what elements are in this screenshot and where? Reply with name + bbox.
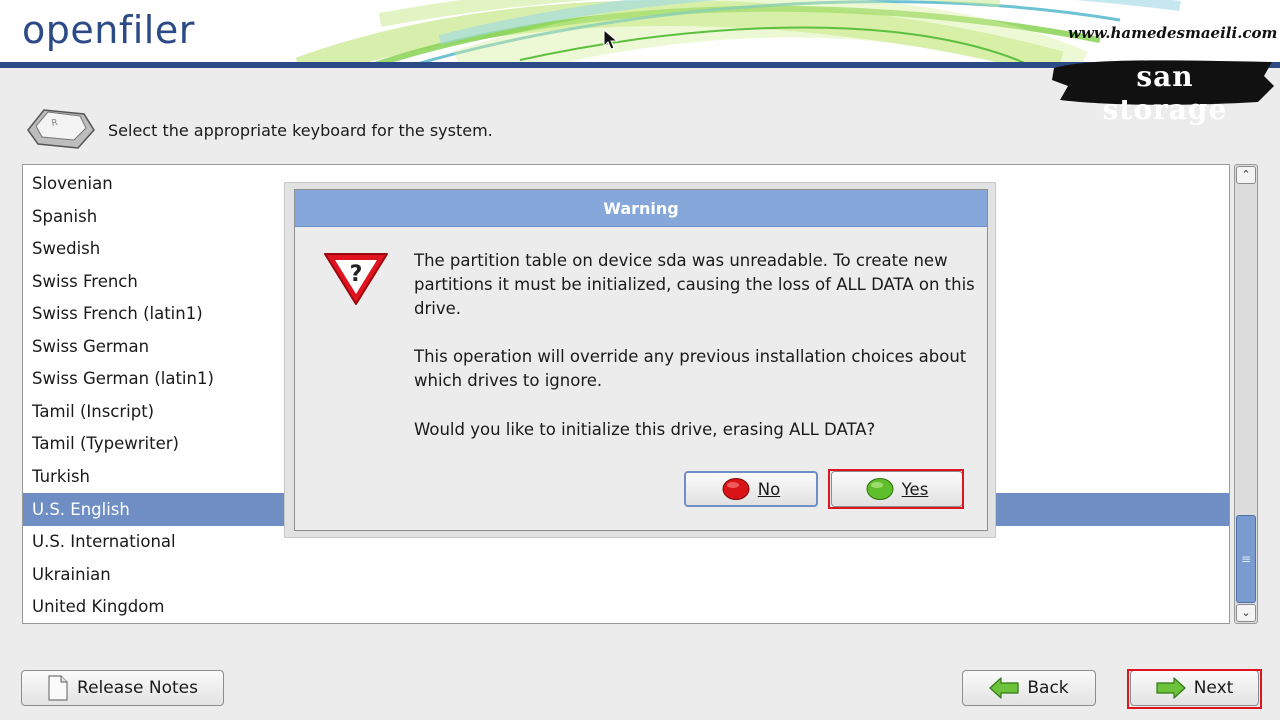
green-circle-icon [866,478,894,500]
release-notes-label: Release Notes [77,678,198,698]
chevron-up-icon: ⌃ [1241,168,1251,181]
list-item[interactable]: Ukrainian [23,558,1229,591]
dialog-title: Warning [295,190,987,227]
arrow-left-icon [989,677,1019,699]
chevron-down-icon: ⌄ [1241,606,1251,619]
yes-button[interactable]: Yes [831,471,963,507]
dialog-message-3: Would you like to initialize this drive,… [414,420,876,439]
grip-icon: ≡ [1240,552,1252,566]
scroll-up-button[interactable]: ⌃ [1236,166,1256,184]
question-warning-icon: ? [324,253,388,305]
openfiler-logo: openfiler [22,8,195,52]
yes-button-label: Yes [901,479,929,499]
list-item[interactable]: United Kingdom [23,590,1229,623]
document-icon [48,675,68,701]
watermark-url: www.hamedesmaeili.com [1068,24,1278,42]
dialog-message-1: The partition table on device sda was un… [414,251,975,318]
back-button[interactable]: Back [962,670,1096,706]
arrow-right-icon [1156,677,1186,699]
dialog-message-2: This operation will override any previou… [414,347,967,390]
keyboard-key-icon: R [27,109,95,149]
release-notes-button[interactable]: Release Notes [21,670,224,706]
next-button[interactable]: Next [1130,670,1259,706]
next-label: Next [1193,678,1234,698]
instruction-text: Select the appropriate keyboard for the … [108,121,493,140]
watermark-tag: san storage [1102,60,1228,126]
red-circle-icon [722,478,750,500]
svg-text:?: ? [350,262,363,287]
no-button[interactable]: No [684,471,818,507]
warning-dialog: Warning ? The partition table on device … [294,189,988,531]
list-scrollbar[interactable]: ⌃ ≡ ⌄ [1234,164,1258,624]
back-label: Back [1027,678,1069,698]
scroll-thumb[interactable]: ≡ [1236,515,1256,603]
mouse-cursor-icon [603,29,619,50]
no-button-label: No [757,479,781,499]
scroll-down-button[interactable]: ⌄ [1236,604,1256,622]
